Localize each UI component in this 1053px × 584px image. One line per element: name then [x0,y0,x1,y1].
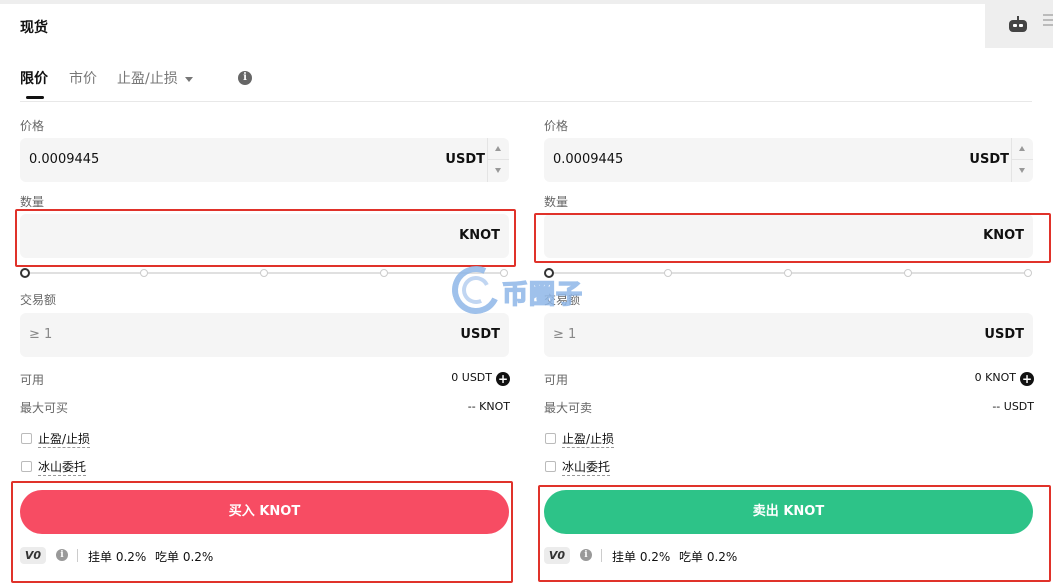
max-buy-value: -- KNOT [467,400,510,413]
price-stepper[interactable] [1011,138,1033,182]
checkbox-box[interactable] [21,461,32,472]
available-label: 可用 [20,373,45,387]
watermark-text: 币圈子 [501,279,584,311]
price-label: 价格 [20,119,45,133]
buy-amount-slider[interactable] [20,267,509,279]
amount-label: 数量 [20,195,45,209]
sell-amount-slider[interactable] [544,267,1033,279]
slider-stop-75[interactable] [380,269,388,277]
price-value: 0.0009445 [553,152,624,167]
plus-circle-icon[interactable]: + [496,372,510,386]
iceberg-checkbox-label: 冰山委托 [562,460,611,476]
checkbox-box[interactable] [545,433,556,444]
stepper-down-icon[interactable] [488,160,509,182]
available-label: 可用 [544,373,569,387]
max-sell-label: 最大可卖 [544,401,593,415]
slider-stop-100[interactable] [1024,269,1032,277]
available-value: 0 KNOT + [975,371,1034,386]
max-buy-label: 最大可买 [20,401,69,415]
total-placeholder: ≥ 1 [29,327,53,342]
iceberg-checkbox[interactable]: 冰山委托 [544,459,664,477]
total-label: 交易额 [20,293,57,307]
tpsl-checkbox[interactable]: 止盈/止损 [20,431,140,449]
slider-thumb[interactable] [20,268,30,278]
checkbox-box[interactable] [21,433,32,444]
tpsl-checkbox[interactable]: 止盈/止损 [544,431,664,449]
menu-icon[interactable] [1043,14,1053,28]
annotation-box-sell-amount [534,213,1051,263]
checkbox-box[interactable] [545,461,556,472]
price-label: 价格 [544,119,569,133]
available-amount: 0 USDT [451,371,492,384]
price-value: 0.0009445 [29,152,100,167]
price-unit: USDT [445,152,485,167]
total-placeholder: ≥ 1 [553,327,577,342]
annotation-box-buy-button [11,481,513,583]
sell-total-input[interactable]: ≥ 1 USDT [544,313,1033,357]
stepper-up-icon[interactable] [1012,138,1033,160]
price-stepper[interactable] [487,138,509,182]
slider-stop-50[interactable] [260,269,268,277]
max-sell-value: -- USDT [992,400,1034,413]
slider-stop-50[interactable] [784,269,792,277]
buy-price-input[interactable]: 0.0009445 USDT [20,138,509,182]
available-amount: 0 KNOT [974,371,1016,384]
slider-stop-75[interactable] [904,269,912,277]
price-unit: USDT [969,152,1009,167]
annotation-box-sell-button [538,485,1051,582]
total-unit: USDT [984,327,1024,342]
slider-stop-25[interactable] [140,269,148,277]
amount-label: 数量 [544,195,569,209]
slider-stop-25[interactable] [664,269,672,277]
available-value: 0 USDT + [451,371,510,386]
sell-price-input[interactable]: 0.0009445 USDT [544,138,1033,182]
tpsl-checkbox-label: 止盈/止损 [38,432,91,448]
stepper-down-icon[interactable] [1012,160,1033,182]
buy-total-input[interactable]: ≥ 1 USDT [20,313,509,357]
watermark-logo: 币圈子 [445,259,602,322]
iceberg-checkbox-label: 冰山委托 [38,460,87,476]
iceberg-checkbox[interactable]: 冰山委托 [20,459,140,477]
annotation-box-buy-amount [15,209,516,267]
stepper-up-icon[interactable] [488,138,509,160]
tpsl-checkbox-label: 止盈/止损 [562,432,615,448]
plus-circle-icon[interactable]: + [1020,372,1034,386]
total-unit: USDT [460,327,500,342]
